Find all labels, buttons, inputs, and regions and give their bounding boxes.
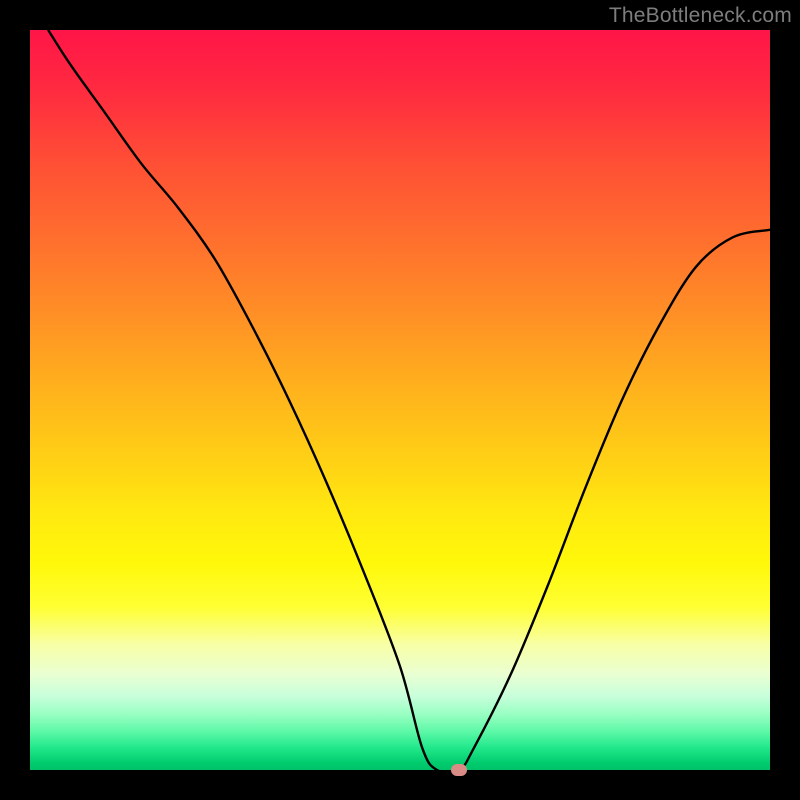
chart-frame: TheBottleneck.com: [0, 0, 800, 800]
optimal-marker: [451, 764, 467, 776]
bottleneck-curve: [30, 30, 770, 770]
plot-area: [30, 30, 770, 770]
watermark-text: TheBottleneck.com: [609, 4, 792, 28]
